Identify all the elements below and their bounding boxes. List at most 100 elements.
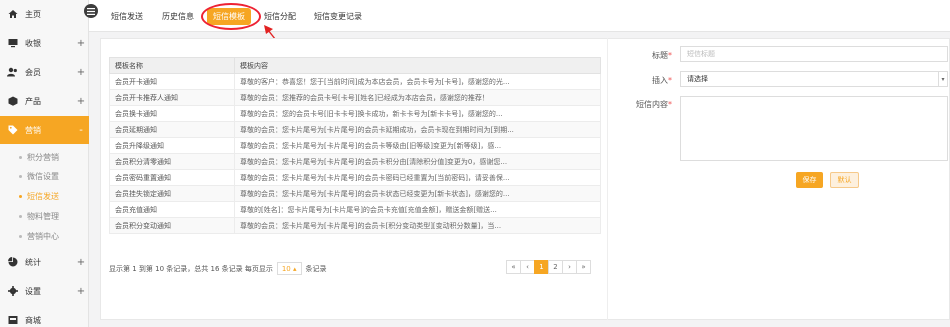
template-content: 尊敬的会员：您卡片尾号为[卡片尾号]的会员卡[积分变动类型][变动积分数量]，当… <box>234 217 601 234</box>
sidebar-item-label: 会员 <box>25 67 41 77</box>
sidebar-subitem-materials[interactable]: 物料管理 <box>19 207 59 225</box>
table-row[interactable]: 会员开卡通知 尊敬的客户：恭喜您！您于[当前时间]成为本店会员，会员卡号为[卡号]… <box>109 73 601 90</box>
sidebar-subitem-label: 短信发送 <box>27 191 59 201</box>
table-row[interactable]: 会员开卡推荐人通知 尊敬的会员：您推荐的会员卡号[卡号][姓名]已经成为本店会员，… <box>109 89 601 106</box>
last-page-button[interactable]: » <box>576 260 591 274</box>
template-name: 会员升降级通知 <box>109 137 235 154</box>
content-label: 短信内容* <box>612 99 672 110</box>
prev-page-button[interactable]: ‹ <box>520 260 535 274</box>
sidebar-item-settings[interactable]: 设置 + <box>0 277 89 305</box>
required-mark: * <box>668 51 672 60</box>
template-content: 尊敬的会员：您推荐的会员卡号[卡号][姓名]已经成为本店会员，感谢您的推荐！ <box>234 89 601 106</box>
expand-icon: + <box>76 256 86 268</box>
page-size-value: 10 <box>281 264 291 273</box>
page-1-button[interactable]: 1 <box>534 260 549 274</box>
template-content: 尊敬的[姓名]：您卡片尾号为[卡片尾号]的会员卡充值[充值金额]，赠送金额[赠送… <box>234 201 601 218</box>
page-size-select[interactable]: 10 ▴ <box>276 262 302 275</box>
bullet-icon <box>19 234 22 238</box>
panel-divider <box>607 38 608 320</box>
template-content: 尊敬的会员：您卡片尾号为[卡片尾号]的会员卡延期成功，会员卡现在到期时间为[到期… <box>234 121 601 138</box>
sidebar-subitem-label: 物料管理 <box>27 211 59 221</box>
tab-sms-change-log[interactable]: 短信变更记录 <box>314 11 362 22</box>
pagination-info-suffix: 条记录 <box>305 264 327 273</box>
template-name: 会员积分清零通知 <box>109 153 235 170</box>
template-name: 会员密码重置通知 <box>109 169 235 186</box>
first-page-button[interactable]: « <box>506 260 521 274</box>
template-table: 模板名称 模板内容 会员开卡通知 尊敬的客户：恭喜您！您于[当前时间]成为本店会员… <box>109 57 601 234</box>
insert-select[interactable]: 请选择 ▾ <box>680 71 948 87</box>
sidebar-subitem-label: 营销中心 <box>27 231 59 241</box>
box-icon <box>7 96 18 107</box>
store-icon <box>7 315 18 326</box>
bullet-icon <box>19 155 22 159</box>
template-name: 会员延期通知 <box>109 121 235 138</box>
sidebar-item-label: 主页 <box>25 9 41 19</box>
tag-icon <box>7 125 18 136</box>
title-input[interactable]: 短信标题 <box>680 46 948 62</box>
insert-select-value: 请选择 <box>687 75 708 83</box>
sidebar-subitem-points[interactable]: 积分营销 <box>19 148 59 166</box>
sidebar-item-label: 商城 <box>25 315 41 325</box>
table-row[interactable]: 会员积分清零通知 尊敬的会员：您卡片尾号为[卡片尾号]的会员卡积分由[清除积分值]… <box>109 153 601 170</box>
chevron-down-icon: ▾ <box>938 72 947 86</box>
insert-label: 插入* <box>612 75 672 86</box>
home-icon <box>7 9 18 20</box>
page-2-button[interactable]: 2 <box>548 260 563 274</box>
sidebar-item-label: 营销 <box>25 125 41 135</box>
insert-label-text: 插入 <box>652 76 668 85</box>
pagination-info-text: 显示第 1 到第 10 条记录，总共 16 条记录 每页显示 <box>109 264 273 273</box>
sidebar-subitem-sms-send[interactable]: 短信发送 <box>19 187 59 205</box>
column-header-name[interactable]: 模板名称 <box>109 57 235 74</box>
menu-toggle-icon[interactable] <box>84 4 98 18</box>
sidebar-subitem-wechat[interactable]: 微信设置 <box>19 167 59 185</box>
expand-icon: + <box>76 66 86 78</box>
sms-content-textarea[interactable] <box>680 96 948 161</box>
table-row[interactable]: 会员积分变动通知 尊敬的会员：您卡片尾号为[卡片尾号]的会员卡[积分变动类型][变… <box>109 217 601 234</box>
template-name: 会员开卡通知 <box>109 73 235 90</box>
sidebar-item-label: 设置 <box>25 286 41 296</box>
template-content: 尊敬的会员：您卡片尾号为[卡片尾号]的会员卡积分由[清除积分值]变更为0，感谢您… <box>234 153 601 170</box>
table-row[interactable]: 会员密码重置通知 尊敬的会员：您卡片尾号为[卡片尾号]的会员卡密码已经重置为[当前… <box>109 169 601 186</box>
tab-history[interactable]: 历史信息 <box>162 11 194 22</box>
bullet-icon <box>19 214 22 218</box>
sidebar-item-home[interactable]: 主页 <box>0 0 89 28</box>
template-name: 会员开卡推荐人通知 <box>109 89 235 106</box>
table-row[interactable]: 会员充值通知 尊敬的[姓名]：您卡片尾号为[卡片尾号]的会员卡充值[充值金额]，赠… <box>109 201 601 218</box>
sidebar-item-marketing[interactable]: 营销 - <box>0 116 89 144</box>
caret-up-icon: ▴ <box>293 264 297 273</box>
sidebar-subitem-label: 微信设置 <box>27 171 59 181</box>
table-row[interactable]: 会员换卡通知 尊敬的会员：您的会员卡号[旧卡卡号]换卡成功，新卡卡号为[新卡卡号]… <box>109 105 601 122</box>
tab-sms-allocation[interactable]: 短信分配 <box>264 11 296 22</box>
column-header-content[interactable]: 模板内容 <box>234 57 601 74</box>
sidebar-item-statistics[interactable]: 统计 + <box>0 248 89 276</box>
bullet-icon <box>19 174 22 178</box>
sidebar-item-products[interactable]: 产品 + <box>0 87 89 115</box>
title-label-text: 标题 <box>652 51 668 60</box>
sidebar-subitem-marketing-center[interactable]: 营销中心 <box>19 227 59 245</box>
bullet-icon <box>19 194 22 198</box>
table-row[interactable]: 会员延期通知 尊敬的会员：您卡片尾号为[卡片尾号]的会员卡延期成功，会员卡现在到期… <box>109 121 601 138</box>
users-icon <box>7 67 18 78</box>
sidebar-item-cashier[interactable]: 收银 + <box>0 29 89 57</box>
gear-icon <box>7 286 18 297</box>
pie-chart-icon <box>7 257 18 268</box>
template-name: 会员充值通知 <box>109 201 235 218</box>
required-mark: * <box>668 100 672 109</box>
table-header-row: 模板名称 模板内容 <box>109 57 601 74</box>
pagination: « ‹ 1 2 › » <box>506 260 591 274</box>
next-page-button[interactable]: › <box>562 260 577 274</box>
save-button[interactable]: 保存 <box>796 172 823 188</box>
tab-sms-send[interactable]: 短信发送 <box>111 11 143 22</box>
monitor-icon <box>7 38 18 49</box>
sidebar-item-label: 产品 <box>25 96 41 106</box>
template-content: 尊敬的会员：您卡片尾号为[卡片尾号]的会员卡状态已经变更为[新卡状态]，感谢您的… <box>234 185 601 202</box>
default-button[interactable]: 默认 <box>830 172 859 188</box>
sidebar-item-members[interactable]: 会员 + <box>0 58 89 86</box>
table-row[interactable]: 会员挂失锁定通知 尊敬的会员：您卡片尾号为[卡片尾号]的会员卡状态已经变更为[新卡… <box>109 185 601 202</box>
table-row[interactable]: 会员升降级通知 尊敬的会员：您卡片尾号为[卡片尾号]的会员卡等级由[旧等级]变更为… <box>109 137 601 154</box>
expand-icon: + <box>76 95 86 107</box>
title-label: 标题* <box>612 50 672 61</box>
expand-icon: + <box>76 37 86 49</box>
template-content: 尊敬的客户：恭喜您！您于[当前时间]成为本店会员，会员卡号为[卡号]，感谢您的光… <box>234 73 601 90</box>
sidebar-item-mall[interactable]: 商城 <box>0 306 89 327</box>
